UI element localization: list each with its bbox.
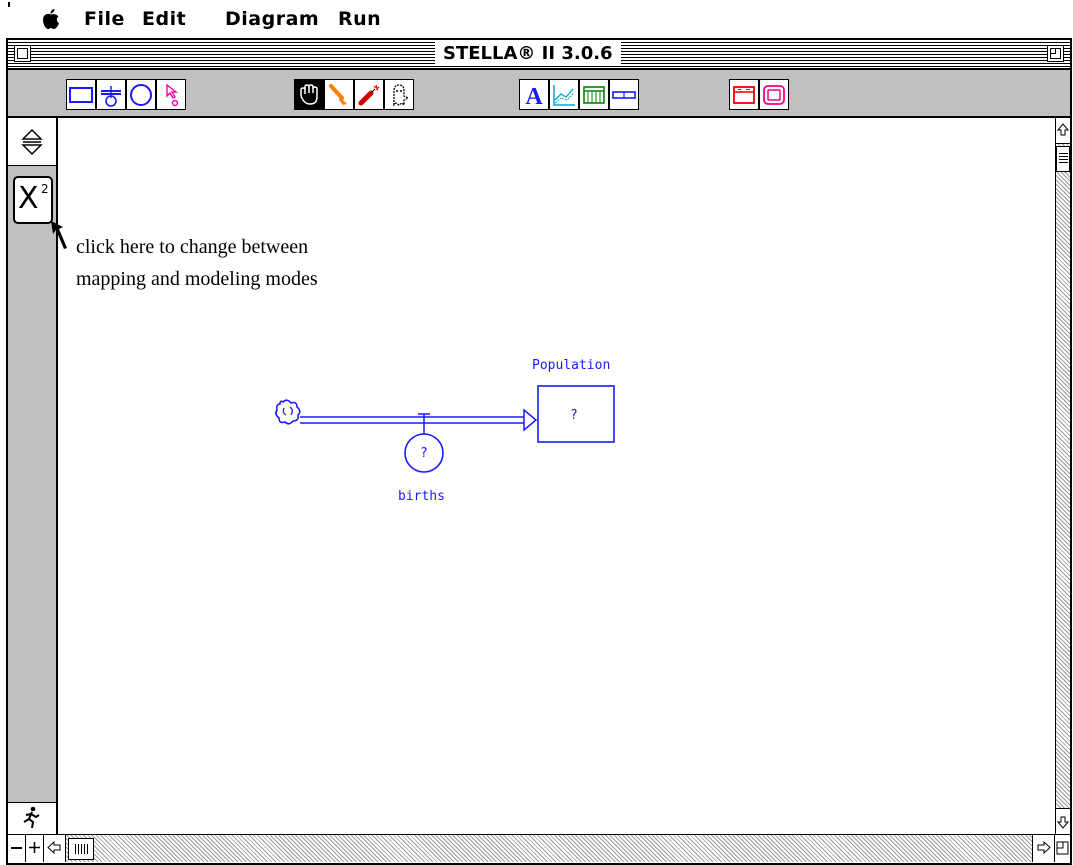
graph-icon xyxy=(553,84,575,106)
menu-bar-tick xyxy=(8,2,10,7)
rectangle-icon xyxy=(69,86,93,103)
table-icon xyxy=(583,85,605,104)
vertical-scrollbar[interactable] xyxy=(1055,118,1070,834)
hand-tool[interactable] xyxy=(294,79,324,110)
svg-text:A: A xyxy=(525,84,543,108)
hand-icon xyxy=(300,83,318,105)
graph-tool[interactable] xyxy=(549,79,579,110)
table-tool[interactable] xyxy=(579,79,609,110)
scroll-right-button[interactable] xyxy=(1032,835,1054,862)
flow-pipe[interactable] xyxy=(300,408,538,436)
scroll-left-button[interactable] xyxy=(44,835,66,862)
flow-value: ? xyxy=(420,446,428,461)
dynamite-tool[interactable] xyxy=(354,79,384,110)
level-toggle-button[interactable] xyxy=(8,118,56,166)
apple-icon[interactable] xyxy=(41,8,61,30)
minus-icon xyxy=(11,847,22,849)
horizontal-scrollbar[interactable] xyxy=(8,834,1070,862)
down-arrow-icon xyxy=(1057,816,1069,829)
mode-toggle-sup: 2 xyxy=(41,182,49,196)
mode-toggle-button[interactable]: X 2 xyxy=(13,176,53,224)
stock-value: ? xyxy=(570,408,578,423)
sector-frame-tool[interactable] xyxy=(729,79,759,110)
title-bar[interactable]: STELLA® II 3.0.6 xyxy=(8,40,1070,70)
menu-file[interactable]: File xyxy=(84,8,125,30)
menu-run[interactable]: Run xyxy=(338,8,381,30)
numeric-display-icon xyxy=(612,90,636,99)
up-down-arrows-icon xyxy=(21,128,43,156)
dynamite-icon xyxy=(358,84,380,105)
zoom-box[interactable] xyxy=(1047,45,1064,62)
connector-icon xyxy=(166,83,179,106)
stock-flow-diagram xyxy=(275,385,615,473)
circle-icon xyxy=(130,83,152,106)
ghost-tool[interactable] xyxy=(384,79,414,110)
text-tool[interactable]: A xyxy=(519,79,549,110)
zoom-out-button[interactable] xyxy=(8,835,26,862)
plus-icon xyxy=(29,842,40,853)
runner-icon xyxy=(23,806,40,829)
letter-a-icon: A xyxy=(525,84,543,108)
cloud-icon[interactable] xyxy=(275,399,301,425)
flow-icon xyxy=(101,85,121,107)
converter-tool[interactable] xyxy=(126,79,156,110)
run-button[interactable] xyxy=(8,802,56,834)
stock-tool[interactable] xyxy=(66,79,96,110)
button-tool[interactable] xyxy=(759,79,789,110)
menu-diagram[interactable]: Diagram xyxy=(225,8,319,30)
scroll-down-button[interactable] xyxy=(1056,808,1070,834)
connector-tool[interactable] xyxy=(156,79,186,110)
right-arrow-icon xyxy=(1037,841,1051,854)
stock-label: Population xyxy=(532,358,611,373)
button-icon xyxy=(763,84,785,105)
vertical-scroll-thumb[interactable] xyxy=(1056,146,1070,172)
flow-label: births xyxy=(398,489,445,504)
horizontal-scroll-thumb[interactable] xyxy=(68,838,94,860)
flow-tool[interactable] xyxy=(96,79,126,110)
close-box[interactable] xyxy=(14,45,31,62)
left-arrow-icon xyxy=(47,841,61,854)
menu-bar: File Edit Diagram Run xyxy=(0,0,1073,38)
toolbar: A xyxy=(8,70,1070,118)
mode-toggle-x: X xyxy=(18,181,39,216)
annotation-line-2: mapping and modeling modes xyxy=(76,268,318,290)
grow-box[interactable] xyxy=(1054,835,1070,862)
annotation-arrow-icon xyxy=(51,221,67,249)
resize-icon xyxy=(1056,841,1069,855)
ghost-icon xyxy=(393,83,410,107)
paintbrush-icon xyxy=(329,83,347,105)
zoom-in-button[interactable] xyxy=(26,835,44,862)
up-arrow-icon xyxy=(1057,123,1069,136)
numeric-display-tool[interactable] xyxy=(609,79,639,110)
menu-edit[interactable]: Edit xyxy=(142,8,186,30)
scroll-up-button[interactable] xyxy=(1056,118,1070,144)
window-title: STELLA® II 3.0.6 xyxy=(435,42,621,66)
paintbrush-tool[interactable] xyxy=(324,79,354,110)
annotation-line-1: click here to change between xyxy=(76,236,309,258)
sector-icon xyxy=(733,85,755,104)
